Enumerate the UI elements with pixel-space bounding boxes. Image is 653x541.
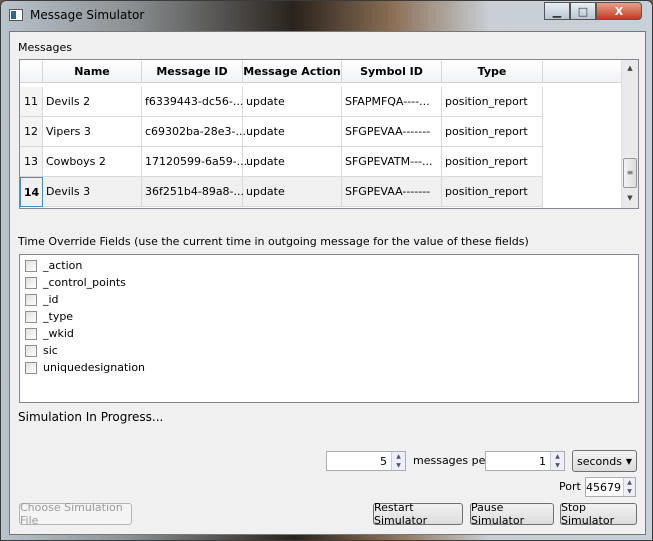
checkbox-icon[interactable] — [25, 276, 37, 289]
column-header-message-id[interactable]: Message ID — [142, 61, 243, 83]
message-count-value: 5 — [380, 454, 387, 468]
scroll-down-icon[interactable]: ▼ — [622, 194, 638, 202]
port-spinbox[interactable]: 45679 ▲ ▼ — [585, 477, 636, 497]
cell-name[interactable]: Vipers 3 — [43, 117, 142, 147]
cell-symbol[interactable]: SFAPMFQA----... — [342, 87, 442, 117]
cell-action[interactable]: update — [243, 117, 342, 147]
row-number[interactable]: 13 — [20, 147, 43, 177]
cell-id[interactable]: 36f251b4-89a8-... — [142, 177, 244, 207]
field-checkbox[interactable]: uniquedesignation — [25, 361, 145, 374]
cell-action[interactable]: update — [243, 177, 342, 207]
row-number[interactable]: 12 — [20, 117, 43, 147]
column-header-name[interactable]: Name — [43, 61, 142, 83]
message-count-spinbox[interactable]: 5 ▲ ▼ — [326, 451, 406, 471]
field-checkbox[interactable]: _wkid — [25, 327, 74, 340]
port-value: 45679 — [586, 480, 621, 494]
close-button[interactable]: X — [596, 2, 642, 20]
time-override-list: _action _control_points _id _type _wkidsic un… — [19, 254, 639, 403]
spin-up-icon[interactable]: ▲ — [551, 452, 564, 461]
field-checkbox[interactable]: _action — [25, 259, 82, 272]
spin-down-icon[interactable]: ▼ — [624, 487, 635, 496]
field-label: _control_points — [43, 276, 126, 289]
cell-type[interactable]: position_report — [442, 177, 543, 207]
column-header-filler — [543, 61, 622, 83]
minimize-button[interactable]: ▁ — [544, 2, 570, 20]
messages-per-label: messages per — [413, 454, 490, 467]
checkbox-icon[interactable] — [25, 259, 37, 272]
window-title: Message Simulator — [30, 8, 145, 22]
cell-name[interactable]: Devils 3 — [43, 177, 142, 207]
cell-action[interactable]: update — [243, 87, 342, 117]
spin-down-icon[interactable]: ▼ — [392, 461, 405, 470]
cell-type[interactable]: position_report — [442, 117, 543, 147]
field-checkbox[interactable]: _type — [25, 310, 73, 323]
window-frame: Message Simulator ▁ □ X Messages Name Me… — [0, 0, 653, 541]
cell-symbol[interactable]: SFGPEVAA------- — [342, 117, 442, 147]
messages-table[interactable]: Name Message ID Message Action Symbol ID… — [19, 59, 639, 209]
checkbox-icon[interactable] — [25, 361, 37, 374]
cell-name[interactable]: Devils 2 — [43, 87, 142, 117]
cell-id[interactable]: 17120599-6a59-... — [142, 147, 247, 177]
field-checkbox[interactable]: _control_points — [25, 276, 126, 289]
cell-name[interactable]: Cowboys 2 — [43, 147, 142, 177]
field-checkbox[interactable]: _id — [25, 293, 59, 306]
cell-type[interactable]: position_report — [442, 147, 543, 177]
field-label: sic — [43, 344, 58, 357]
interval-unit-value: seconds — [577, 454, 622, 468]
chevron-down-icon: ▼ — [625, 456, 632, 466]
scroll-thumb[interactable]: ≡ — [623, 158, 637, 188]
spin-up-icon[interactable]: ▲ — [392, 452, 405, 461]
cell-symbol[interactable]: SFGPEVATM---... — [342, 147, 442, 177]
cell-symbol[interactable]: SFGPEVAA------- — [342, 177, 442, 207]
field-label: _type — [43, 310, 74, 323]
maximize-button[interactable]: □ — [570, 2, 596, 20]
row-number[interactable]: 11 — [20, 87, 43, 117]
restart-simulator-button[interactable]: Restart Simulator — [373, 501, 463, 527]
interval-spinbox[interactable]: 1 ▲ ▼ — [485, 451, 565, 471]
column-header-type[interactable]: Type — [442, 61, 543, 83]
cell-action[interactable]: update — [243, 147, 342, 177]
row-number[interactable]: 14 — [20, 177, 43, 207]
port-label: Port — [559, 480, 581, 493]
field-checkbox[interactable]: sic — [25, 344, 58, 357]
client-area: Messages Name Message ID Message Action … — [9, 31, 646, 535]
app-icon — [9, 9, 23, 21]
checkbox-icon[interactable] — [25, 327, 37, 340]
checkbox-icon[interactable] — [25, 293, 37, 306]
cell-id[interactable]: c69302ba-28e3-... — [142, 117, 246, 147]
messages-label: Messages — [18, 41, 72, 54]
pause-simulator-button[interactable]: Pause Simulator — [470, 501, 554, 527]
cell-type[interactable]: position_report — [442, 87, 543, 117]
checkbox-icon[interactable] — [25, 310, 37, 323]
column-header-symbol-id[interactable]: Symbol ID — [342, 61, 442, 83]
interval-value: 1 — [539, 454, 546, 468]
column-header-message-action[interactable]: Message Action — [243, 61, 342, 83]
scroll-up-icon[interactable]: ▲ — [622, 64, 638, 72]
cell-id[interactable]: f6339443-dc56-... — [142, 87, 243, 117]
status-text: Simulation In Progress... — [18, 410, 164, 424]
time-override-label: Time Override Fields (use the current ti… — [18, 235, 529, 248]
stop-simulator-button[interactable]: Stop Simulator — [560, 501, 637, 527]
choose-simulation-file-button[interactable]: Choose Simulation File — [19, 501, 132, 527]
field-label: _wkid — [43, 327, 74, 340]
interval-unit-dropdown[interactable]: seconds ▼ — [572, 450, 637, 472]
vertical-scrollbar[interactable]: ▲ ≡ ▼ — [621, 60, 638, 208]
field-label: _action — [43, 259, 83, 272]
spin-up-icon[interactable]: ▲ — [624, 478, 635, 487]
field-label: uniquedesignation — [43, 361, 146, 374]
field-label: _id — [43, 293, 59, 306]
row-header-corner — [20, 61, 43, 83]
spin-down-icon[interactable]: ▼ — [551, 461, 564, 470]
checkbox-icon[interactable] — [25, 344, 37, 357]
